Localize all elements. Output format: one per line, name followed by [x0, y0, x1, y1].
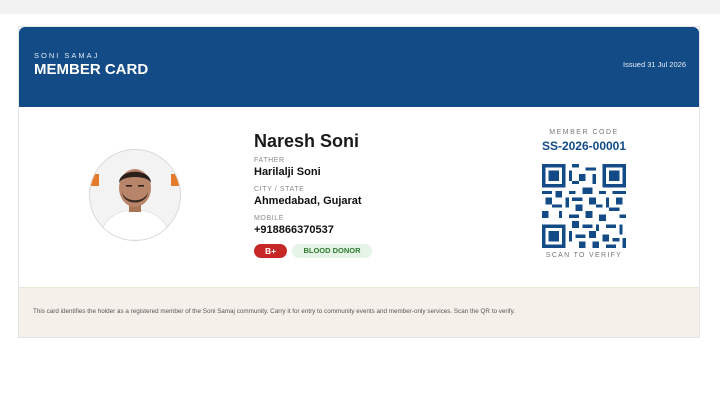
father-label: FATHER	[254, 157, 285, 164]
member-code: SS-2026-00001	[541, 139, 627, 153]
member-code-label: MEMBER CODE	[549, 129, 619, 136]
qr-code-icon	[542, 164, 626, 248]
blood-group-badge: B+	[254, 244, 287, 258]
card-body: Naresh Soni FATHER Harilalji Soni CITY /…	[19, 107, 699, 287]
blood-donor-badge: BLOOD DONOR	[292, 244, 372, 258]
card-footer: This card identifies the holder as a reg…	[19, 287, 699, 337]
member-photo	[90, 150, 180, 240]
footer-disclaimer: This card identifies the holder as a reg…	[33, 308, 516, 315]
city-label: CITY / STATE	[254, 186, 305, 193]
father-value: Harilalji Soni	[254, 166, 321, 178]
city-value: Ahmedabad, Gujarat	[254, 195, 362, 207]
issued-date: Issued 31 Jul 2026	[623, 60, 686, 69]
org-name: SONI SAMAJ	[34, 51, 100, 60]
scan-to-verify-label: SCAN TO VERIFY	[545, 252, 623, 259]
card-title: MEMBER CARD	[34, 61, 149, 78]
mobile-label: MOBILE	[254, 215, 285, 222]
member-name: Naresh Soni	[254, 131, 360, 151]
member-portrait-icon	[90, 150, 180, 240]
member-card: SONI SAMAJ MEMBER CARD Issued 31 Jul 202…	[18, 26, 700, 338]
browser-top-bar	[0, 0, 720, 14]
mobile-value: +918866370537	[254, 224, 334, 236]
card-header: SONI SAMAJ MEMBER CARD Issued 31 Jul 202…	[19, 27, 699, 107]
